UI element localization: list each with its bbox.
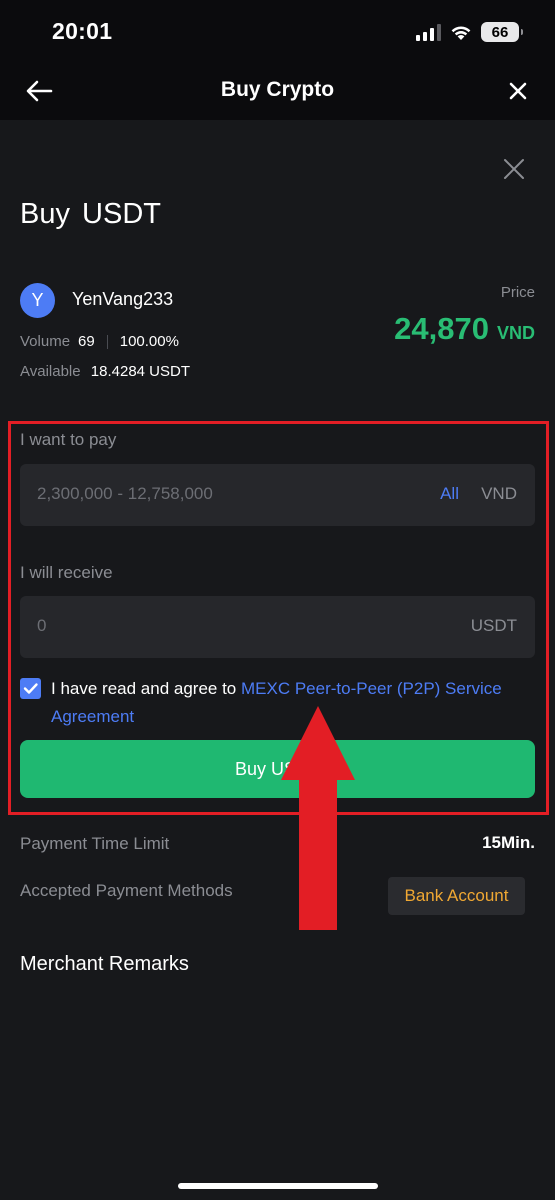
sheet-close-icon[interactable] bbox=[501, 156, 527, 182]
status-icons: 66 bbox=[416, 20, 523, 44]
merchant-name[interactable]: YenVang233 bbox=[72, 289, 173, 310]
battery-icon: 66 bbox=[481, 22, 523, 42]
available-value: 18.4284 USDT bbox=[90, 363, 191, 380]
merchant-remarks-title: Merchant Remarks bbox=[20, 953, 189, 975]
payment-time-limit-label: Payment Time Limit bbox=[20, 834, 170, 853]
stats-divider bbox=[106, 334, 108, 349]
buy-sheet: Buy USDT Y YenVang233 Volume 69 100.00% … bbox=[0, 120, 555, 1200]
status-bar: 20:01 66 bbox=[0, 0, 555, 62]
pay-unit: VND bbox=[481, 484, 517, 503]
merchant-stats: Volume 69 100.00% bbox=[20, 333, 179, 350]
available-label: Available bbox=[20, 363, 81, 380]
pay-amount-input[interactable]: 2,300,000 - 12,758,000 All VND bbox=[20, 464, 535, 526]
payment-methods-label: Accepted Payment Methods bbox=[20, 881, 233, 900]
available-row: Available 18.4284 USDT bbox=[20, 363, 190, 380]
receive-label: I will receive bbox=[20, 563, 113, 582]
nav-title: Buy Crypto bbox=[220, 78, 335, 101]
red-arrow-annotation bbox=[281, 706, 355, 930]
price-number: 24,870 bbox=[394, 311, 489, 346]
agreement-checkbox[interactable] bbox=[20, 678, 41, 699]
buy-usdt-button[interactable]: Buy USDT bbox=[20, 740, 535, 798]
pay-label: I want to pay bbox=[20, 430, 117, 449]
nav-bar: Buy Crypto bbox=[0, 62, 555, 120]
avatar[interactable]: Y bbox=[20, 283, 55, 318]
receive-unit: USDT bbox=[470, 616, 517, 635]
receive-amount-input[interactable]: 0 USDT bbox=[20, 596, 535, 658]
pay-placeholder: 2,300,000 - 12,758,000 bbox=[37, 484, 213, 503]
volume-value: 69 bbox=[78, 333, 95, 350]
bank-account-badge: Bank Account bbox=[388, 877, 525, 915]
home-indicator bbox=[178, 1183, 378, 1189]
status-time: 20:01 bbox=[52, 18, 113, 44]
all-button[interactable]: All bbox=[440, 484, 459, 504]
price-label: Price bbox=[500, 284, 535, 301]
receive-placeholder: 0 bbox=[37, 616, 47, 635]
agreement-prefix: I have read and agree to bbox=[51, 679, 241, 698]
page-title: Buy USDT bbox=[20, 198, 161, 230]
payment-time-limit-value: 15Min. bbox=[482, 833, 535, 852]
volume-label: Volume bbox=[20, 333, 71, 350]
price-currency: VND bbox=[496, 323, 535, 343]
checkmark-icon bbox=[23, 683, 38, 694]
price-value: 24,870 VND bbox=[394, 311, 535, 347]
cellular-signal-icon bbox=[416, 23, 441, 41]
wifi-icon bbox=[451, 25, 471, 40]
completion-rate: 100.00% bbox=[119, 333, 179, 350]
close-icon[interactable] bbox=[503, 76, 533, 106]
